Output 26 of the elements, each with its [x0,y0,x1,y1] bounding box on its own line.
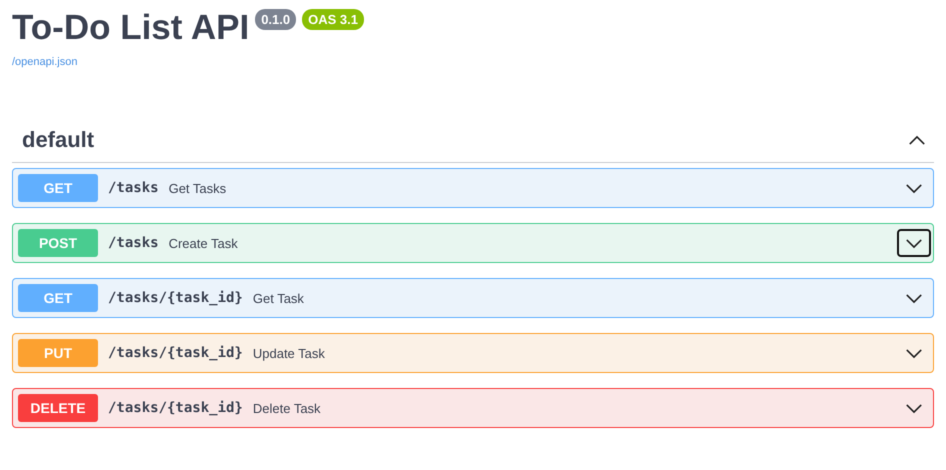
endpoint-summary: Get Tasks [168,180,228,196]
expand-icon[interactable] [897,229,931,257]
endpoint-summary: Delete Task [252,400,322,416]
method-badge: PUT [18,339,98,367]
endpoint-path: /tasks [108,180,159,196]
endpoint-row[interactable]: DELETE /tasks/{task_id} Delete Task [12,388,934,428]
version-badge: 0.1.0 [255,9,296,30]
oas-badge: OAS 3.1 [302,9,364,30]
endpoint-row[interactable]: POST /tasks Create Task [12,223,934,263]
endpoint-summary: Create Task [168,236,239,250]
endpoint-path: /tasks/{task_id} [108,290,243,306]
endpoint-path: /tasks [108,235,159,251]
endpoint-summary: Update Task [252,346,326,360]
endpoint-path: /tasks/{task_id} [108,345,243,361]
endpoint-row[interactable]: GET /tasks/{task_id} Get Task [12,278,934,318]
method-badge: POST [18,229,98,257]
section-title: default [22,127,94,153]
endpoint-summary: Get Task [252,290,305,306]
api-title: To-Do List API [12,7,250,49]
method-badge: GET [18,174,98,202]
method-badge: GET [18,284,98,312]
endpoint-path: /tasks/{task_id} [108,400,243,416]
endpoint-row[interactable]: GET /tasks Get Tasks [12,168,934,208]
section-header[interactable]: default [12,114,934,163]
method-badge: DELETE [18,394,98,422]
endpoint-row[interactable]: PUT /tasks/{task_id} Update Task [12,333,934,373]
